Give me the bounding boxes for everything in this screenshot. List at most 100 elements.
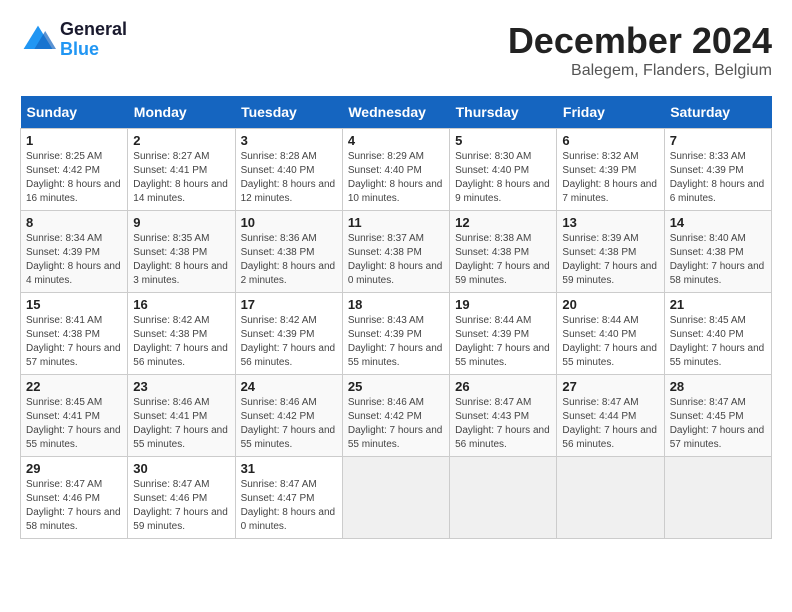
day-info: Sunrise: 8:32 AM Sunset: 4:39 PM Dayligh… [562, 150, 658, 206]
day-number: 27 [562, 379, 658, 394]
day-number: 19 [455, 297, 551, 312]
day-number: 24 [241, 379, 337, 394]
day-info: Sunrise: 8:38 AM Sunset: 4:38 PM Dayligh… [455, 232, 551, 288]
day-number: 12 [455, 215, 551, 230]
day-cell: 23 Sunrise: 8:46 AM Sunset: 4:41 PM Dayl… [128, 375, 235, 457]
calendar-header: SundayMondayTuesdayWednesdayThursdayFrid… [21, 96, 772, 129]
day-number: 5 [455, 133, 551, 148]
day-cell: 15 Sunrise: 8:41 AM Sunset: 4:38 PM Dayl… [21, 293, 128, 375]
header: General Blue December 2024 Balegem, Flan… [20, 20, 772, 80]
day-number: 9 [133, 215, 229, 230]
header-cell-wednesday: Wednesday [342, 96, 449, 129]
day-info: Sunrise: 8:42 AM Sunset: 4:38 PM Dayligh… [133, 314, 229, 370]
title-area: December 2024 Balegem, Flanders, Belgium [508, 20, 772, 80]
day-cell: 9 Sunrise: 8:35 AM Sunset: 4:38 PM Dayli… [128, 211, 235, 293]
day-number: 31 [241, 461, 337, 476]
week-row-2: 8 Sunrise: 8:34 AM Sunset: 4:39 PM Dayli… [21, 211, 772, 293]
header-cell-monday: Monday [128, 96, 235, 129]
day-info: Sunrise: 8:30 AM Sunset: 4:40 PM Dayligh… [455, 150, 551, 206]
day-info: Sunrise: 8:47 AM Sunset: 4:43 PM Dayligh… [455, 396, 551, 452]
day-number: 20 [562, 297, 658, 312]
day-info: Sunrise: 8:28 AM Sunset: 4:40 PM Dayligh… [241, 150, 337, 206]
day-info: Sunrise: 8:47 AM Sunset: 4:47 PM Dayligh… [241, 478, 337, 534]
day-info: Sunrise: 8:46 AM Sunset: 4:41 PM Dayligh… [133, 396, 229, 452]
day-info: Sunrise: 8:45 AM Sunset: 4:40 PM Dayligh… [670, 314, 766, 370]
header-cell-sunday: Sunday [21, 96, 128, 129]
day-info: Sunrise: 8:44 AM Sunset: 4:39 PM Dayligh… [455, 314, 551, 370]
day-cell: 6 Sunrise: 8:32 AM Sunset: 4:39 PM Dayli… [557, 129, 664, 211]
header-cell-tuesday: Tuesday [235, 96, 342, 129]
day-number: 18 [348, 297, 444, 312]
day-cell [664, 457, 771, 539]
week-row-5: 29 Sunrise: 8:47 AM Sunset: 4:46 PM Dayl… [21, 457, 772, 539]
day-cell: 10 Sunrise: 8:36 AM Sunset: 4:38 PM Dayl… [235, 211, 342, 293]
calendar-table: SundayMondayTuesdayWednesdayThursdayFrid… [20, 96, 772, 539]
day-number: 25 [348, 379, 444, 394]
day-number: 16 [133, 297, 229, 312]
location-title: Balegem, Flanders, Belgium [508, 62, 772, 80]
day-number: 17 [241, 297, 337, 312]
week-row-4: 22 Sunrise: 8:45 AM Sunset: 4:41 PM Dayl… [21, 375, 772, 457]
day-info: Sunrise: 8:45 AM Sunset: 4:41 PM Dayligh… [26, 396, 122, 452]
day-cell: 24 Sunrise: 8:46 AM Sunset: 4:42 PM Dayl… [235, 375, 342, 457]
day-cell: 5 Sunrise: 8:30 AM Sunset: 4:40 PM Dayli… [450, 129, 557, 211]
day-cell: 20 Sunrise: 8:44 AM Sunset: 4:40 PM Dayl… [557, 293, 664, 375]
day-number: 14 [670, 215, 766, 230]
day-cell: 22 Sunrise: 8:45 AM Sunset: 4:41 PM Dayl… [21, 375, 128, 457]
day-number: 21 [670, 297, 766, 312]
day-info: Sunrise: 8:36 AM Sunset: 4:38 PM Dayligh… [241, 232, 337, 288]
day-info: Sunrise: 8:37 AM Sunset: 4:38 PM Dayligh… [348, 232, 444, 288]
day-cell: 11 Sunrise: 8:37 AM Sunset: 4:38 PM Dayl… [342, 211, 449, 293]
header-cell-saturday: Saturday [664, 96, 771, 129]
day-cell: 31 Sunrise: 8:47 AM Sunset: 4:47 PM Dayl… [235, 457, 342, 539]
day-number: 26 [455, 379, 551, 394]
logo: General Blue [20, 20, 127, 60]
day-info: Sunrise: 8:44 AM Sunset: 4:40 PM Dayligh… [562, 314, 658, 370]
day-cell: 25 Sunrise: 8:46 AM Sunset: 4:42 PM Dayl… [342, 375, 449, 457]
week-row-3: 15 Sunrise: 8:41 AM Sunset: 4:38 PM Dayl… [21, 293, 772, 375]
calendar-body: 1 Sunrise: 8:25 AM Sunset: 4:42 PM Dayli… [21, 129, 772, 539]
day-number: 1 [26, 133, 122, 148]
day-number: 3 [241, 133, 337, 148]
day-cell: 28 Sunrise: 8:47 AM Sunset: 4:45 PM Dayl… [664, 375, 771, 457]
day-number: 6 [562, 133, 658, 148]
day-cell: 1 Sunrise: 8:25 AM Sunset: 4:42 PM Dayli… [21, 129, 128, 211]
day-info: Sunrise: 8:34 AM Sunset: 4:39 PM Dayligh… [26, 232, 122, 288]
day-number: 4 [348, 133, 444, 148]
day-info: Sunrise: 8:43 AM Sunset: 4:39 PM Dayligh… [348, 314, 444, 370]
day-info: Sunrise: 8:47 AM Sunset: 4:44 PM Dayligh… [562, 396, 658, 452]
logo-text: General Blue [60, 20, 127, 60]
day-info: Sunrise: 8:41 AM Sunset: 4:38 PM Dayligh… [26, 314, 122, 370]
day-cell [557, 457, 664, 539]
day-info: Sunrise: 8:27 AM Sunset: 4:41 PM Dayligh… [133, 150, 229, 206]
day-cell: 21 Sunrise: 8:45 AM Sunset: 4:40 PM Dayl… [664, 293, 771, 375]
day-info: Sunrise: 8:40 AM Sunset: 4:38 PM Dayligh… [670, 232, 766, 288]
day-cell: 7 Sunrise: 8:33 AM Sunset: 4:39 PM Dayli… [664, 129, 771, 211]
day-number: 8 [26, 215, 122, 230]
day-number: 28 [670, 379, 766, 394]
day-info: Sunrise: 8:47 AM Sunset: 4:46 PM Dayligh… [26, 478, 122, 534]
day-cell: 16 Sunrise: 8:42 AM Sunset: 4:38 PM Dayl… [128, 293, 235, 375]
day-cell: 26 Sunrise: 8:47 AM Sunset: 4:43 PM Dayl… [450, 375, 557, 457]
day-cell: 19 Sunrise: 8:44 AM Sunset: 4:39 PM Dayl… [450, 293, 557, 375]
logo-icon [20, 22, 56, 58]
day-cell: 3 Sunrise: 8:28 AM Sunset: 4:40 PM Dayli… [235, 129, 342, 211]
day-number: 7 [670, 133, 766, 148]
day-info: Sunrise: 8:39 AM Sunset: 4:38 PM Dayligh… [562, 232, 658, 288]
day-info: Sunrise: 8:46 AM Sunset: 4:42 PM Dayligh… [241, 396, 337, 452]
day-info: Sunrise: 8:33 AM Sunset: 4:39 PM Dayligh… [670, 150, 766, 206]
day-number: 30 [133, 461, 229, 476]
header-cell-friday: Friday [557, 96, 664, 129]
day-info: Sunrise: 8:47 AM Sunset: 4:45 PM Dayligh… [670, 396, 766, 452]
header-row: SundayMondayTuesdayWednesdayThursdayFrid… [21, 96, 772, 129]
day-info: Sunrise: 8:42 AM Sunset: 4:39 PM Dayligh… [241, 314, 337, 370]
day-info: Sunrise: 8:35 AM Sunset: 4:38 PM Dayligh… [133, 232, 229, 288]
day-info: Sunrise: 8:25 AM Sunset: 4:42 PM Dayligh… [26, 150, 122, 206]
day-cell: 4 Sunrise: 8:29 AM Sunset: 4:40 PM Dayli… [342, 129, 449, 211]
month-title: December 2024 [508, 20, 772, 62]
day-number: 10 [241, 215, 337, 230]
day-info: Sunrise: 8:46 AM Sunset: 4:42 PM Dayligh… [348, 396, 444, 452]
day-cell [342, 457, 449, 539]
day-cell: 18 Sunrise: 8:43 AM Sunset: 4:39 PM Dayl… [342, 293, 449, 375]
day-info: Sunrise: 8:29 AM Sunset: 4:40 PM Dayligh… [348, 150, 444, 206]
